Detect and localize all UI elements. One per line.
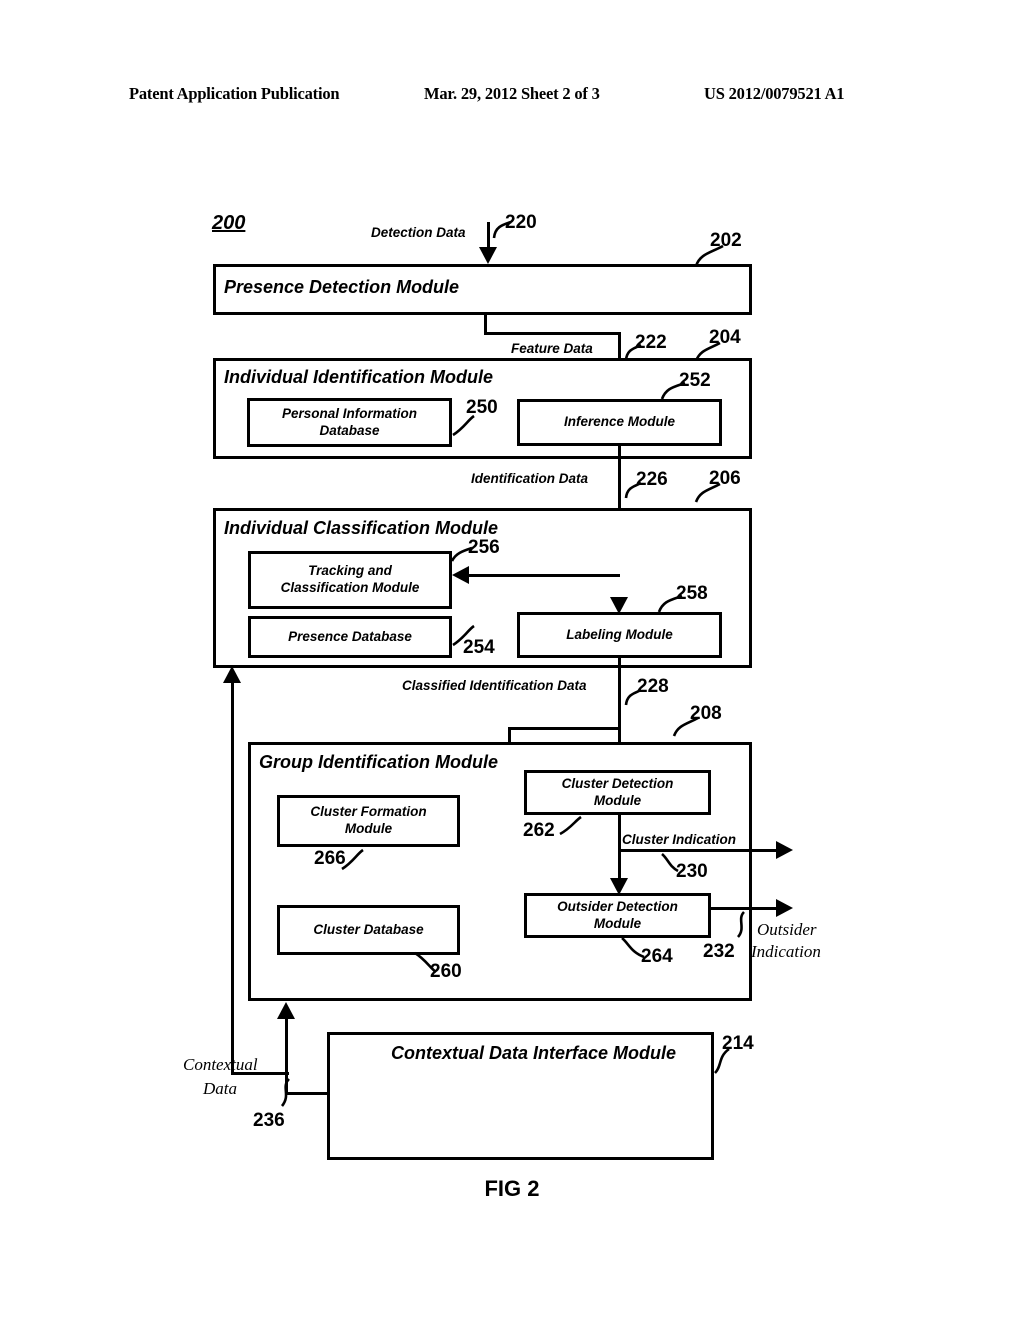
presence-database-label: Presence Database: [288, 628, 412, 644]
ref-236: 236: [253, 1110, 285, 1131]
inference-module-label: Inference Module: [563, 414, 676, 430]
feature-data-line-across: [484, 332, 621, 335]
ref-266: 266: [314, 848, 346, 869]
ref-200: 200: [212, 212, 246, 234]
group-to-classification-feedback-line: [231, 683, 234, 1075]
detection-data-line: [487, 222, 490, 250]
box-outsider-detection-module[interactable]: Outsider Detection Module: [524, 893, 711, 938]
box-cluster-detection-module[interactable]: Cluster Detection Module: [524, 770, 711, 815]
outsider-detection-label-line2: Module: [593, 915, 642, 931]
outsider-detection-label-line1: Outsider Detection: [557, 898, 678, 914]
flow-label-identification-data: Identification Data: [471, 471, 589, 486]
ref-254: 254: [463, 637, 495, 658]
cluster-detection-label-line1: Cluster Detection: [561, 775, 674, 791]
module-individual-identification-title: Individual Identification Module: [224, 367, 493, 387]
box-labeling-module[interactable]: Labeling Module: [517, 612, 722, 658]
flow-label-classified-identification-data: Classified Identification Data: [402, 678, 587, 693]
box-personal-information-database[interactable]: Personal Information Database: [247, 398, 452, 447]
tracking-classification-label-line1: Tracking and: [308, 563, 392, 579]
module-contextual-data-interface-title: Contextual Data Interface Module: [391, 1043, 677, 1063]
flow-label-detection-data: Detection Data: [371, 225, 466, 240]
box-tracking-classification-module[interactable]: Tracking and Classification Module: [248, 551, 452, 609]
ref-204: 204: [709, 327, 741, 348]
detection-data-arrowhead: [479, 247, 497, 264]
ref-232: 232: [703, 941, 735, 962]
box-presence-database[interactable]: Presence Database: [248, 616, 452, 658]
group-to-classification-feedback-arrowhead: [223, 666, 241, 683]
leader-232: [736, 911, 746, 938]
flow-label-cluster-indication: Cluster Indication: [622, 832, 737, 847]
flow-label-outsider-indication-line2: Indication: [751, 942, 821, 961]
ref-230: 230: [676, 861, 708, 882]
labeling-to-tracking-line: [462, 574, 620, 577]
flow-label-contextual-data-line1: Contextual: [183, 1055, 258, 1074]
ref-228: 228: [637, 676, 669, 697]
ref-258: 258: [676, 583, 708, 604]
contextual-to-group-arrowhead: [277, 1002, 295, 1019]
ref-264: 264: [641, 946, 673, 967]
figure-2-diagram: 200 Detection Data 220 Presence Detectio…: [0, 0, 1024, 1320]
cluster-formation-label-line1: Cluster Formation: [310, 804, 427, 820]
ref-252: 252: [679, 370, 711, 391]
outsider-indication-arrowhead: [776, 899, 793, 917]
box-cluster-database[interactable]: Cluster Database: [277, 905, 460, 955]
classified-branch-across: [508, 727, 621, 730]
box-inference-module[interactable]: Inference Module: [517, 399, 722, 446]
leader-262: [559, 815, 582, 836]
ref-214: 214: [722, 1033, 754, 1054]
leader-236: [280, 1078, 291, 1107]
ref-256: 256: [468, 537, 500, 558]
ref-262: 262: [523, 820, 555, 841]
ref-250: 250: [466, 397, 498, 418]
cluster-formation-label-line2: Module: [344, 821, 393, 836]
ref-260: 260: [430, 961, 462, 982]
cluster-database-label: Cluster Database: [313, 921, 424, 937]
labeling-module-label: Labeling Module: [566, 626, 673, 642]
module-individual-classification-title: Individual Classification Module: [224, 518, 499, 538]
personal-information-database-label-line2: Database: [319, 422, 380, 438]
flow-label-contextual-data-line2: Data: [203, 1079, 237, 1098]
cluster-indication-arrowhead: [776, 841, 793, 859]
labeling-to-tracking-arrowhead: [452, 566, 469, 584]
flow-label-outsider-indication-line1: Outsider: [757, 920, 817, 939]
module-group-identification-title: Group Identification Module: [259, 752, 498, 772]
module-presence-detection-title: Presence Detection Module: [224, 277, 460, 297]
cluster-indication-line: [618, 849, 778, 852]
tracking-classification-label-line2: Classification Module: [280, 580, 420, 595]
ref-226: 226: [636, 469, 668, 490]
ref-206: 206: [709, 468, 741, 489]
personal-information-database-label-line1: Personal Information: [281, 405, 418, 421]
box-cluster-formation-module[interactable]: Cluster Formation Module: [277, 795, 460, 847]
ref-202: 202: [710, 230, 742, 251]
flow-label-feature-data: Feature Data: [511, 341, 593, 356]
figure-caption: FIG 2: [484, 1176, 540, 1201]
ref-208: 208: [690, 703, 722, 724]
ref-222: 222: [635, 332, 667, 353]
ref-220: 220: [505, 212, 537, 233]
cluster-detection-label-line2: Module: [593, 792, 642, 808]
